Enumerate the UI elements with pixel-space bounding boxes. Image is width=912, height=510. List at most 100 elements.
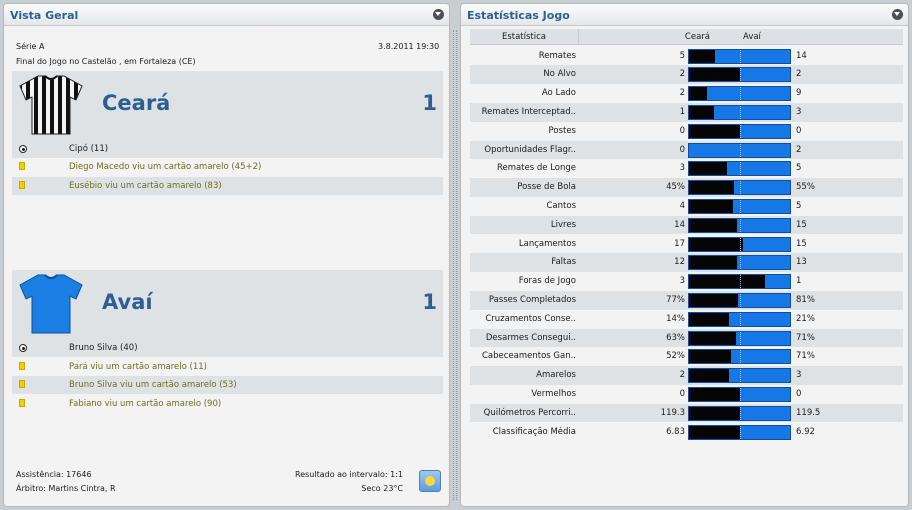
stat-away-value: 2 (796, 144, 802, 155)
stat-comparison-bar (688, 311, 791, 327)
stat-bar-midline (740, 87, 741, 101)
home-team-band: Ceará 1 (12, 71, 443, 141)
header-divider (578, 29, 579, 45)
panel-splitter[interactable] (453, 30, 457, 500)
stat-home-value: 77% (666, 294, 685, 305)
stat-bar-midline (740, 237, 741, 251)
home-team-score: 1 (422, 91, 437, 115)
stat-bar-midline (740, 162, 741, 176)
yellow-card-icon (19, 399, 25, 407)
away-event-text[interactable]: Bruno Silva viu um cartão amarelo (53) (69, 380, 237, 390)
stat-away-value: 5 (796, 163, 802, 174)
stat-home-bar (689, 68, 740, 82)
stat-comparison-bar (688, 161, 791, 177)
home-column-header[interactable]: Ceará (685, 32, 710, 42)
stat-label: Foras de Jogo (518, 276, 576, 287)
yellow-card-icon (19, 181, 25, 189)
stat-label: Amarelos (536, 370, 576, 381)
stat-away-value: 0 (796, 125, 802, 136)
stat-row: Lançamentos 17 15 (470, 235, 903, 254)
stat-row: Cruzamentos Conse.. 14% 21% (470, 310, 903, 329)
stat-bar-midline (740, 331, 741, 345)
stat-home-value: 45% (666, 182, 685, 193)
stat-home-bar (689, 49, 715, 63)
stat-home-bar (689, 124, 740, 138)
stat-bar-midline (740, 49, 741, 63)
stat-away-value: 13 (796, 257, 807, 268)
stat-label: Passes Completados (488, 294, 576, 305)
stat-away-value: 71% (796, 332, 815, 343)
stat-away-value: 3 (796, 370, 802, 381)
yellow-card-icon (19, 380, 25, 388)
home-team-name[interactable]: Ceará (102, 91, 170, 115)
stat-away-value: 14 (796, 50, 807, 61)
away-event-text[interactable]: Pará viu um cartão amarelo (11) (69, 362, 207, 372)
stat-comparison-bar (688, 217, 791, 233)
stat-bar-midline (740, 181, 741, 195)
stat-home-bar (689, 275, 765, 289)
stat-home-value: 2 (679, 88, 685, 99)
stat-comparison-bar (688, 104, 791, 120)
away-column-header[interactable]: Avaí (743, 32, 761, 42)
stat-home-bar (689, 387, 740, 401)
stats-menu-icon[interactable] (892, 9, 903, 20)
stats-header: Estatísticas Jogo (461, 4, 908, 26)
stat-comparison-bar (688, 236, 791, 252)
stat-row: Amarelos 2 3 (470, 366, 903, 385)
stat-row: Remates de Longe 3 5 (470, 159, 903, 178)
overview-header: Vista Geral (4, 4, 449, 26)
stat-home-bar (689, 425, 740, 439)
stat-row: Cantos 4 5 (470, 197, 903, 216)
stat-row: Faltas 12 13 (470, 253, 903, 273)
home-event-text[interactable]: Cipó (11) (69, 144, 108, 154)
stat-bar-midline (740, 256, 741, 270)
stat-label: Cantos (546, 200, 577, 211)
stats-table-header: Estatística Ceará Avaí (470, 29, 903, 45)
stat-away-value: 55% (796, 182, 815, 193)
stat-row: Foras de Jogo 3 1 (470, 272, 903, 291)
stat-bar-midline (740, 369, 741, 383)
away-team-name[interactable]: Avaí (102, 290, 153, 314)
stat-home-bar (689, 199, 733, 213)
stat-away-value: 5 (796, 200, 802, 211)
overview-menu-icon[interactable] (433, 9, 444, 20)
sun-weather-icon (419, 470, 441, 492)
stat-label: Postes (548, 125, 576, 136)
stat-home-bar (689, 162, 727, 176)
stat-home-bar (689, 312, 729, 326)
stat-label: Posse de Bola (517, 182, 576, 193)
stat-away-value: 21% (796, 313, 815, 324)
stat-away-value: 1 (796, 276, 802, 287)
stat-home-value: 12 (674, 257, 685, 268)
stat-label: Faltas (551, 257, 576, 268)
away-shirt-icon (19, 274, 83, 334)
home-event-row: Eusébio viu um cartão amarelo (83) (12, 177, 443, 195)
stat-label: Remates (538, 50, 576, 61)
home-event-row: Diego Macedo viu um cartão amarelo (45+2… (12, 158, 443, 176)
away-event-row: Bruno Silva viu um cartão amarelo (53) (12, 376, 443, 394)
stat-away-value: 9 (796, 88, 802, 99)
stat-away-value: 15 (796, 238, 807, 249)
stat-column-header[interactable]: Estatística (470, 32, 578, 42)
halftime-label: Resultado ao intervalo: 1:1 (295, 470, 403, 479)
stat-home-value: 6.83 (666, 426, 685, 437)
home-event-text[interactable]: Eusébio viu um cartão amarelo (83) (69, 181, 222, 191)
away-event-text[interactable]: Fabiano viu um cartão amarelo (90) (69, 399, 221, 409)
stat-away-value: 2 (796, 69, 802, 80)
stat-home-value: 63% (666, 332, 685, 343)
stat-bar-midline (740, 350, 741, 364)
stat-home-value: 2 (679, 370, 685, 381)
stat-row: No Alvo 2 2 (470, 65, 903, 85)
stat-home-value: 3 (679, 163, 685, 174)
stat-away-value: 6.92 (796, 426, 815, 437)
stat-comparison-bar (688, 368, 791, 384)
away-event-text[interactable]: Bruno Silva (40) (69, 343, 138, 353)
away-event-row: Bruno Silva (40) (12, 339, 443, 357)
stat-away-value: 81% (796, 294, 815, 305)
competition-label: Série A (16, 42, 45, 51)
stat-home-value: 0 (679, 388, 685, 399)
stats-title: Estatísticas Jogo (467, 9, 570, 22)
home-event-text[interactable]: Diego Macedo viu um cartão amarelo (45+2… (69, 162, 261, 172)
referee-label[interactable]: Árbitro: Martins Cintra, R (16, 484, 116, 493)
stat-bar-midline (740, 275, 741, 289)
